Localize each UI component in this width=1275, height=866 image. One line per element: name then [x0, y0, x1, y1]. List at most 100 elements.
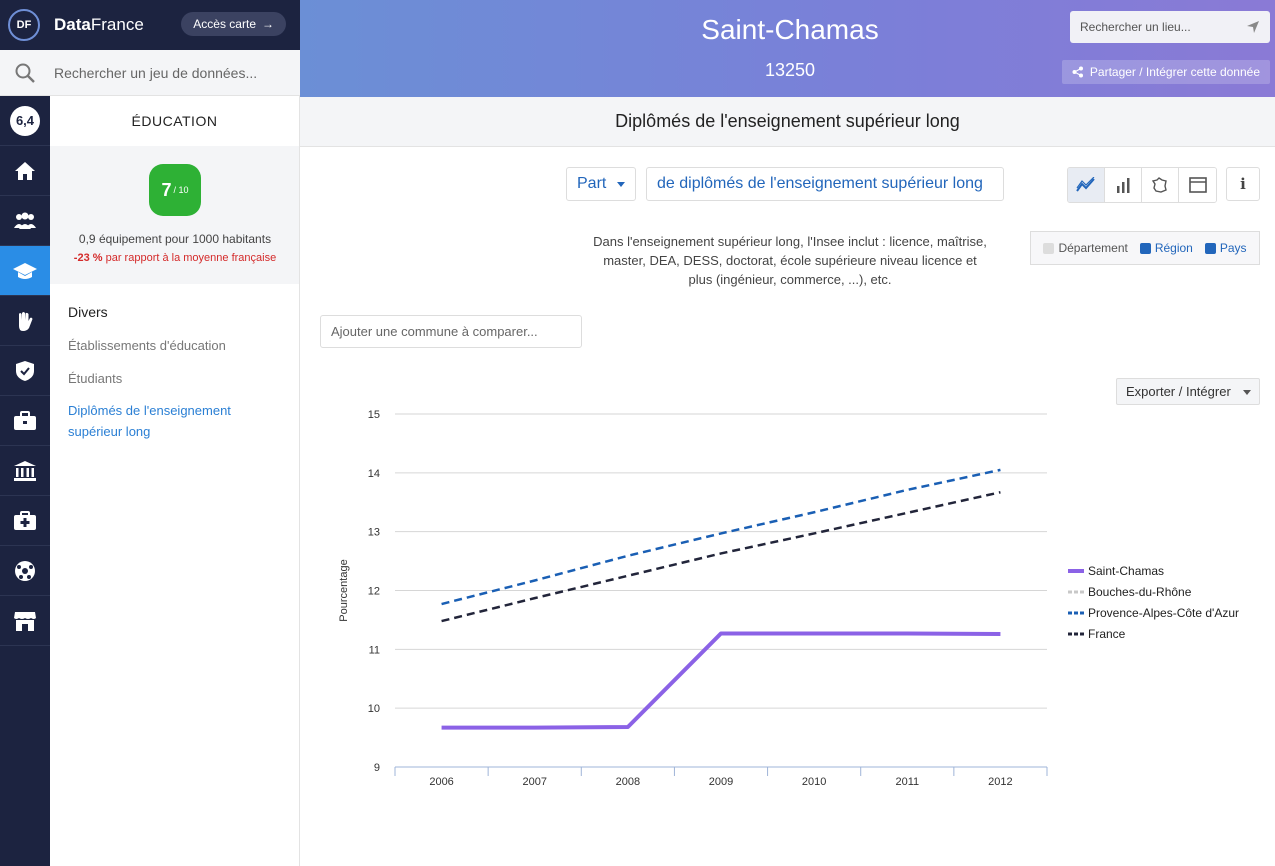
compare-commune-input[interactable]: Ajouter une commune à comparer... [320, 315, 582, 348]
geo-level-filter: Département ✓ Région ✓ Pays [1030, 231, 1260, 265]
y-tick-label: 15 [368, 409, 380, 421]
nav-education[interactable] [0, 246, 50, 296]
line-chart: 9101112131415 2006 2007 2008 2009 2010 2011 20… [338, 409, 1239, 788]
category-score: 7 [161, 179, 172, 200]
sports-icon [15, 560, 35, 581]
nav-sports[interactable] [0, 546, 50, 596]
location-arrow-icon[interactable] [1246, 20, 1260, 34]
bar-chart-view-button[interactable] [1105, 168, 1142, 202]
category-stat: 7 / 10 0,9 équipement pour 1000 habitant… [50, 146, 299, 284]
series-line [441, 468, 1001, 606]
legend-label[interactable]: Bouches-du-Rhône [1088, 585, 1192, 599]
y-tick-label: 9 [374, 762, 380, 774]
x-tick-label: 2010 [802, 776, 826, 788]
brand-name-bold: Data [54, 15, 91, 34]
brand-name[interactable]: DataFrance [54, 15, 144, 35]
table-view-button[interactable] [1179, 168, 1216, 202]
mode-select-value: Part [577, 175, 607, 192]
y-tick-label: 12 [368, 586, 380, 598]
nav-security[interactable] [0, 346, 50, 396]
dataset-title: Diplômés de l'enseignement supérieur lon… [300, 97, 1275, 147]
line-chart-icon [1076, 177, 1095, 192]
nav-vote[interactable] [0, 296, 50, 346]
checkbox-checked-icon: ✓ [1204, 242, 1216, 254]
map-access-label: Accès carte [193, 17, 256, 31]
level-pays[interactable]: ✓ Pays [1204, 241, 1247, 255]
map-view-button[interactable] [1142, 168, 1179, 202]
share-icon [1072, 66, 1083, 78]
place-search-placeholder: Rechercher un lieu... [1080, 20, 1191, 34]
stat-equipment: 0,9 équipement pour 1000 habitants [78, 232, 272, 246]
x-tick-label: 2009 [709, 776, 733, 788]
security-icon [16, 360, 34, 381]
stat-comparison-value: -23 % [73, 252, 103, 264]
measure-select-value: de diplômés de l'enseignement supérieur … [657, 175, 983, 192]
nav-health[interactable] [0, 496, 50, 546]
x-tick-label: 2008 [616, 776, 640, 788]
health-icon [14, 510, 36, 530]
chart-legend: Saint-Chamas Bouches-du-Rhône Provence-Alp… [1068, 564, 1239, 641]
share-button[interactable]: Partager / Intégrer cette donnée [1061, 60, 1270, 84]
nav-institutions[interactable] [0, 446, 50, 496]
france-map-icon [1152, 177, 1167, 193]
caret-down-icon [1243, 390, 1251, 395]
caret-down-icon [617, 182, 625, 187]
category-nav: 6,4 [0, 96, 50, 866]
place-search-input[interactable]: Rechercher un lieu... [1070, 11, 1270, 43]
legend-label[interactable]: Provence-Alpes-Côte d'Azur [1088, 606, 1239, 620]
category-score-badge: 7 / 10 [149, 164, 201, 216]
education-icon [13, 262, 37, 279]
mode-select[interactable]: Part [566, 167, 636, 201]
nav-shops[interactable] [0, 596, 50, 646]
arrow-right-icon: → [262, 17, 274, 31]
bar-chart-icon [1117, 178, 1130, 193]
x-tick-label: 2007 [522, 776, 546, 788]
brand-bar: DF DataFrance Accès carte → [0, 0, 300, 50]
legend-label[interactable]: Saint-Chamas [1088, 564, 1164, 578]
legend-label[interactable]: France [1088, 627, 1126, 641]
population-icon [14, 212, 36, 229]
brand-name-rest: France [90, 15, 144, 34]
nav-employment[interactable] [0, 396, 50, 446]
checkbox-unchecked-icon [1043, 242, 1055, 254]
dataset-description: Dans l'enseignement supérieur long, l'In… [593, 234, 987, 287]
level-departement[interactable]: Département [1043, 241, 1128, 255]
compare-placeholder: Ajouter une commune à comparer... [331, 324, 538, 339]
view-switcher [1067, 167, 1217, 203]
x-axis: 2006 2007 2008 2009 2010 2011 2012 [394, 766, 1048, 788]
level-region[interactable]: ✓ Région [1139, 241, 1193, 255]
category-score-max: / 10 [173, 185, 189, 195]
chart-series [441, 468, 1001, 730]
x-tick-label: 2006 [429, 776, 453, 788]
level-region-label: Région [1154, 241, 1193, 255]
nav-score[interactable]: 6,4 [0, 96, 50, 146]
y-axis: 9 10 11 12 13 14 15 [368, 409, 380, 774]
series-line [441, 491, 1001, 623]
line-chart-view-button[interactable] [1068, 168, 1105, 202]
link-etudiants[interactable]: Étudiants [68, 371, 299, 386]
link-etablissements[interactable]: Établissements d'éducation [68, 338, 299, 353]
institutions-icon [14, 460, 36, 481]
link-diplomes[interactable]: Diplômés de l'enseignement supérieur lon… [68, 400, 268, 442]
search-icon [15, 63, 35, 83]
table-icon [1188, 177, 1207, 193]
nav-population[interactable] [0, 196, 50, 246]
dataset-search-input[interactable]: Rechercher un jeu de données... [54, 65, 257, 81]
dataset-search[interactable]: Rechercher un jeu de données... [0, 50, 300, 96]
vote-icon [19, 311, 33, 331]
y-axis-label: Pourcentage [338, 559, 350, 621]
map-access-button[interactable]: Accès carte → [181, 12, 286, 36]
y-tick-label: 14 [368, 468, 380, 480]
measure-select[interactable]: de diplômés de l'enseignement supérieur … [646, 167, 1004, 201]
x-tick-label: 2011 [895, 776, 919, 788]
info-button[interactable]: i [1226, 167, 1260, 201]
nav-home[interactable] [0, 146, 50, 196]
level-departement-label: Département [1058, 241, 1128, 255]
stat-comparison-text: par rapport à la moyenne française [102, 252, 277, 264]
stat-comparison: -23 % par rapport à la moyenne française [50, 252, 300, 264]
shops-icon [14, 611, 36, 631]
datafrance-logo[interactable]: DF [8, 9, 40, 41]
level-pays-label: Pays [1219, 241, 1247, 255]
x-tick-label: 2012 [988, 776, 1012, 788]
export-label: Exporter / Intégrer [1126, 384, 1231, 399]
